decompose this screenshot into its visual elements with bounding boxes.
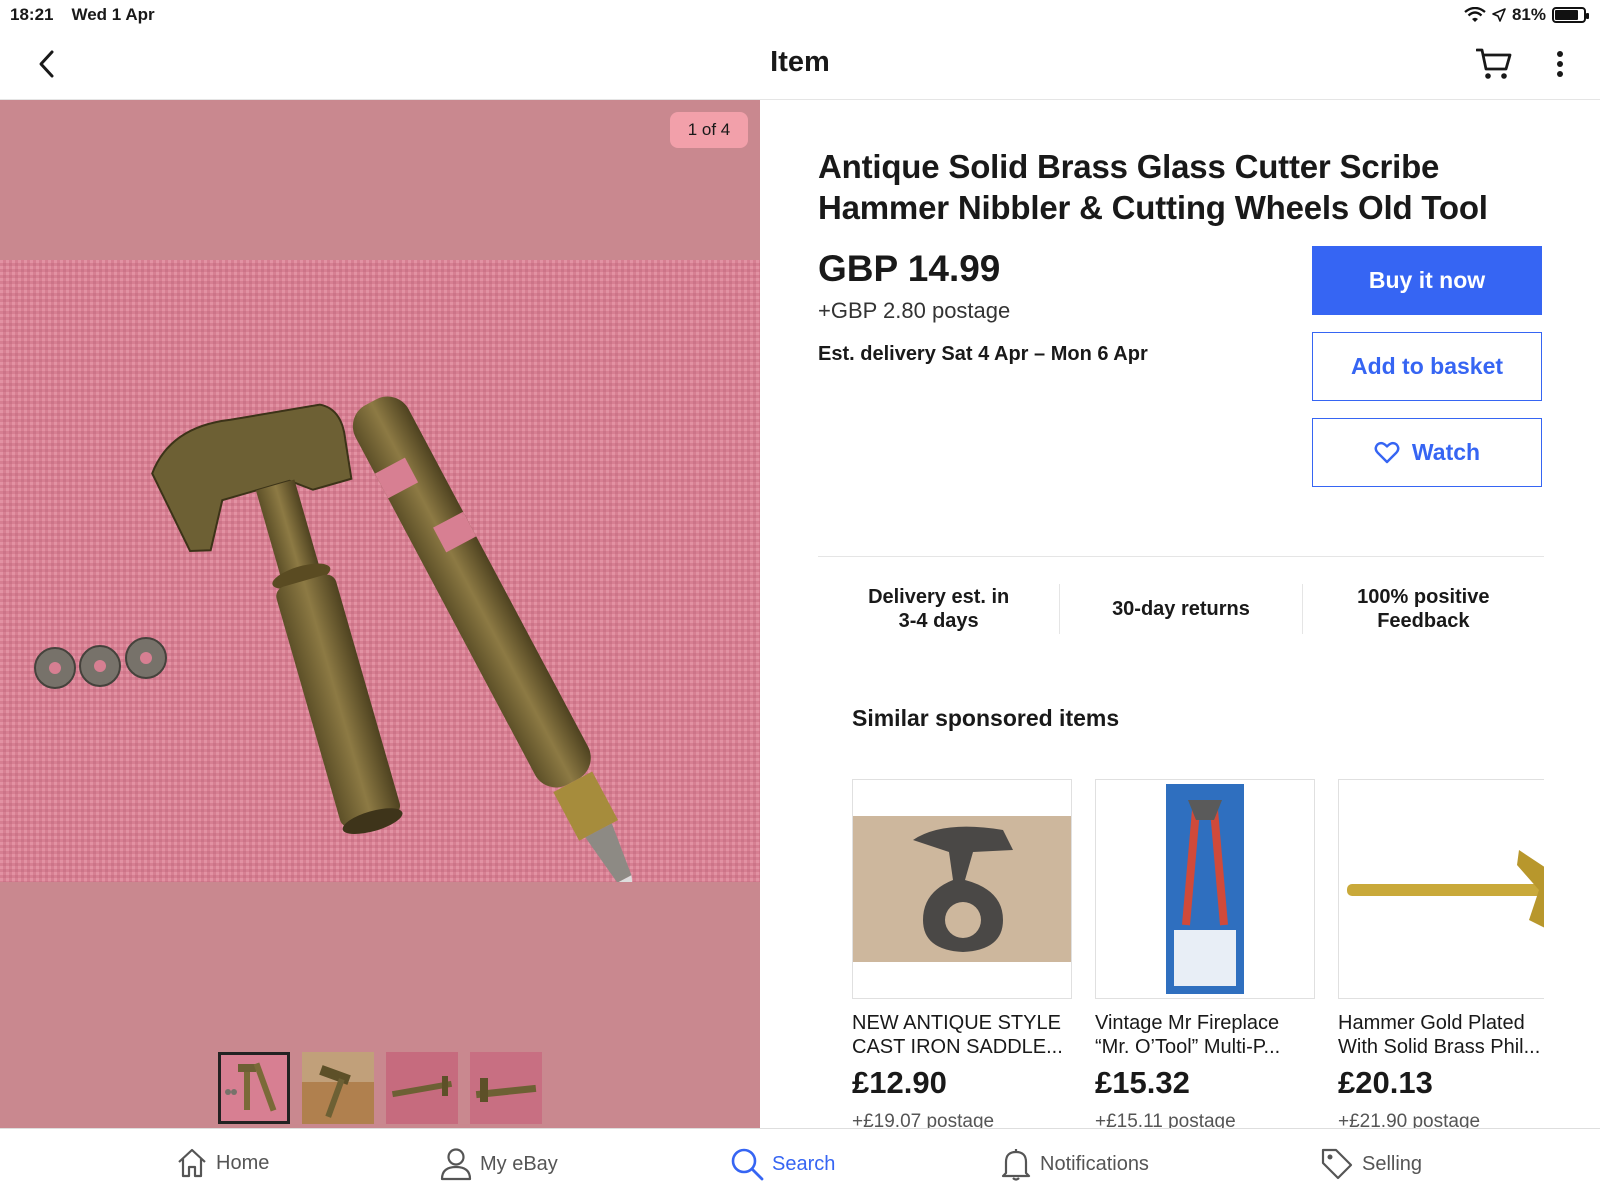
battery-icon [1552,7,1589,23]
home-icon [178,1148,206,1178]
item-details: Antique Solid Brass Glass Cutter Scribe … [818,100,1544,528]
similar-item-title: NEW ANTIQUE STYLE CAST IRON SADDLE... [852,1012,1063,1058]
battery-percent: 81% [1511,5,1546,24]
tab-search-label: Search [772,1152,836,1175]
section-divider [818,556,1544,557]
badge-delivery: Delivery est. in 3-4 days [818,584,1059,634]
tab-notifications-label: Notifications [1040,1152,1149,1175]
similar-item-postage: +£19.07 postage [852,1111,995,1128]
similar-item-card[interactable]: Vintage Mr Fireplace “Mr. O’Tool” Multi-… [1095,779,1315,1128]
badge-delivery-line1: Delivery est. in [868,586,1010,608]
badge-returns: 30-day returns [1059,584,1301,634]
person-icon [440,1148,472,1181]
similar-item-image[interactable] [1338,779,1544,999]
estimated-delivery: Est. delivery Sat 4 Apr – Mon 6 Apr [818,343,1148,366]
tab-my-ebay[interactable]: My eBay [440,1147,558,1181]
buy-it-now-button[interactable]: Buy it now [1312,246,1542,315]
image-gallery[interactable]: 1 of 4 [0,100,760,1128]
similar-items-heading: Similar sponsored items [852,705,1120,731]
similar-item-image[interactable] [1095,779,1315,999]
badge-feedback-line1: 100% positive [1357,586,1490,608]
thumbnail-strip [218,1052,542,1124]
tab-my-ebay-label: My eBay [480,1152,558,1175]
tab-home[interactable]: Home [176,1147,269,1179]
cart-icon [1476,48,1512,79]
thumbnail-1[interactable] [218,1052,290,1124]
similar-item-postage: +£15.11 postage [1095,1111,1236,1128]
wifi-icon [1464,7,1486,22]
similar-item-card[interactable]: Hammer Gold Plated With Solid Brass Phil… [1338,779,1544,1128]
app-header: Item [0,28,1600,100]
search-icon [731,1148,764,1181]
purchase-section: GBP 14.99 +GBP 2.80 postage Est. deliver… [818,228,1544,528]
add-to-basket-button[interactable]: Add to basket [1312,332,1542,401]
tab-home-label: Home [216,1151,270,1174]
delivery-dates: Sat 4 Apr – Mon 6 Apr [941,343,1148,365]
status-time: 18:21 [10,5,54,24]
more-options-button[interactable] [1548,46,1572,82]
thumbnail-2[interactable] [302,1052,374,1124]
badge-delivery-line2: 3-4 days [898,610,979,632]
image-counter: 1 of 4 [670,112,748,148]
tab-selling-label: Selling [1362,1152,1423,1175]
watch-label: Watch [1411,439,1481,465]
similar-item-title: Hammer Gold Plated With Solid Brass Phil… [1338,1012,1541,1058]
thumbnail-3[interactable] [386,1052,458,1124]
tab-notifications[interactable]: Notifications [1000,1147,1149,1181]
page-title: Item [770,46,830,78]
status-bar: 18:21 Wed 1 Apr 81% [0,0,1600,28]
thumbnail-4[interactable] [470,1052,542,1124]
status-date: Wed 1 Apr [71,5,155,24]
postage-cost: +GBP 2.80 postage [818,298,1011,323]
watch-button[interactable]: Watch [1312,418,1542,487]
badge-feedback-line2: Feedback [1377,610,1470,632]
badge-returns-line1: 30-day returns [1112,598,1250,620]
tab-search[interactable]: Search [730,1147,835,1181]
bell-icon [1001,1149,1031,1181]
similar-item-postage: +£21.90 postage [1338,1111,1481,1128]
more-vertical-icon [1557,51,1563,77]
delivery-label: Est. delivery [818,343,936,365]
similar-item-title: Vintage Mr Fireplace “Mr. O’Tool” Multi-… [1095,1012,1281,1058]
location-arrow-icon [1492,8,1506,22]
item-title: Antique Solid Brass Glass Cutter Scribe … [818,148,1488,226]
similar-item-price: £20.13 [1338,1065,1433,1100]
badge-feedback: 100% positive Feedback [1301,584,1544,634]
trust-badges: Delivery est. in 3-4 days 30-day returns … [818,584,1544,634]
bottom-tab-bar: Home My eBay Search Notifications Sellin… [0,1128,1600,1200]
similar-item-card[interactable]: NEW ANTIQUE STYLE CAST IRON SADDLE... £1… [852,779,1072,1128]
tag-icon [1321,1148,1353,1180]
similar-items-carousel[interactable]: NEW ANTIQUE STYLE CAST IRON SADDLE... £1… [852,779,1544,1128]
similar-item-price: £12.90 [852,1065,947,1100]
item-price: GBP 14.99 [818,248,1001,289]
heart-icon [1374,441,1400,463]
cart-button[interactable] [1472,42,1516,86]
tab-selling[interactable]: Selling [1320,1147,1422,1181]
similar-item-image[interactable] [852,779,1072,999]
main-product-image[interactable] [0,260,760,882]
similar-item-price: £15.32 [1095,1065,1190,1100]
